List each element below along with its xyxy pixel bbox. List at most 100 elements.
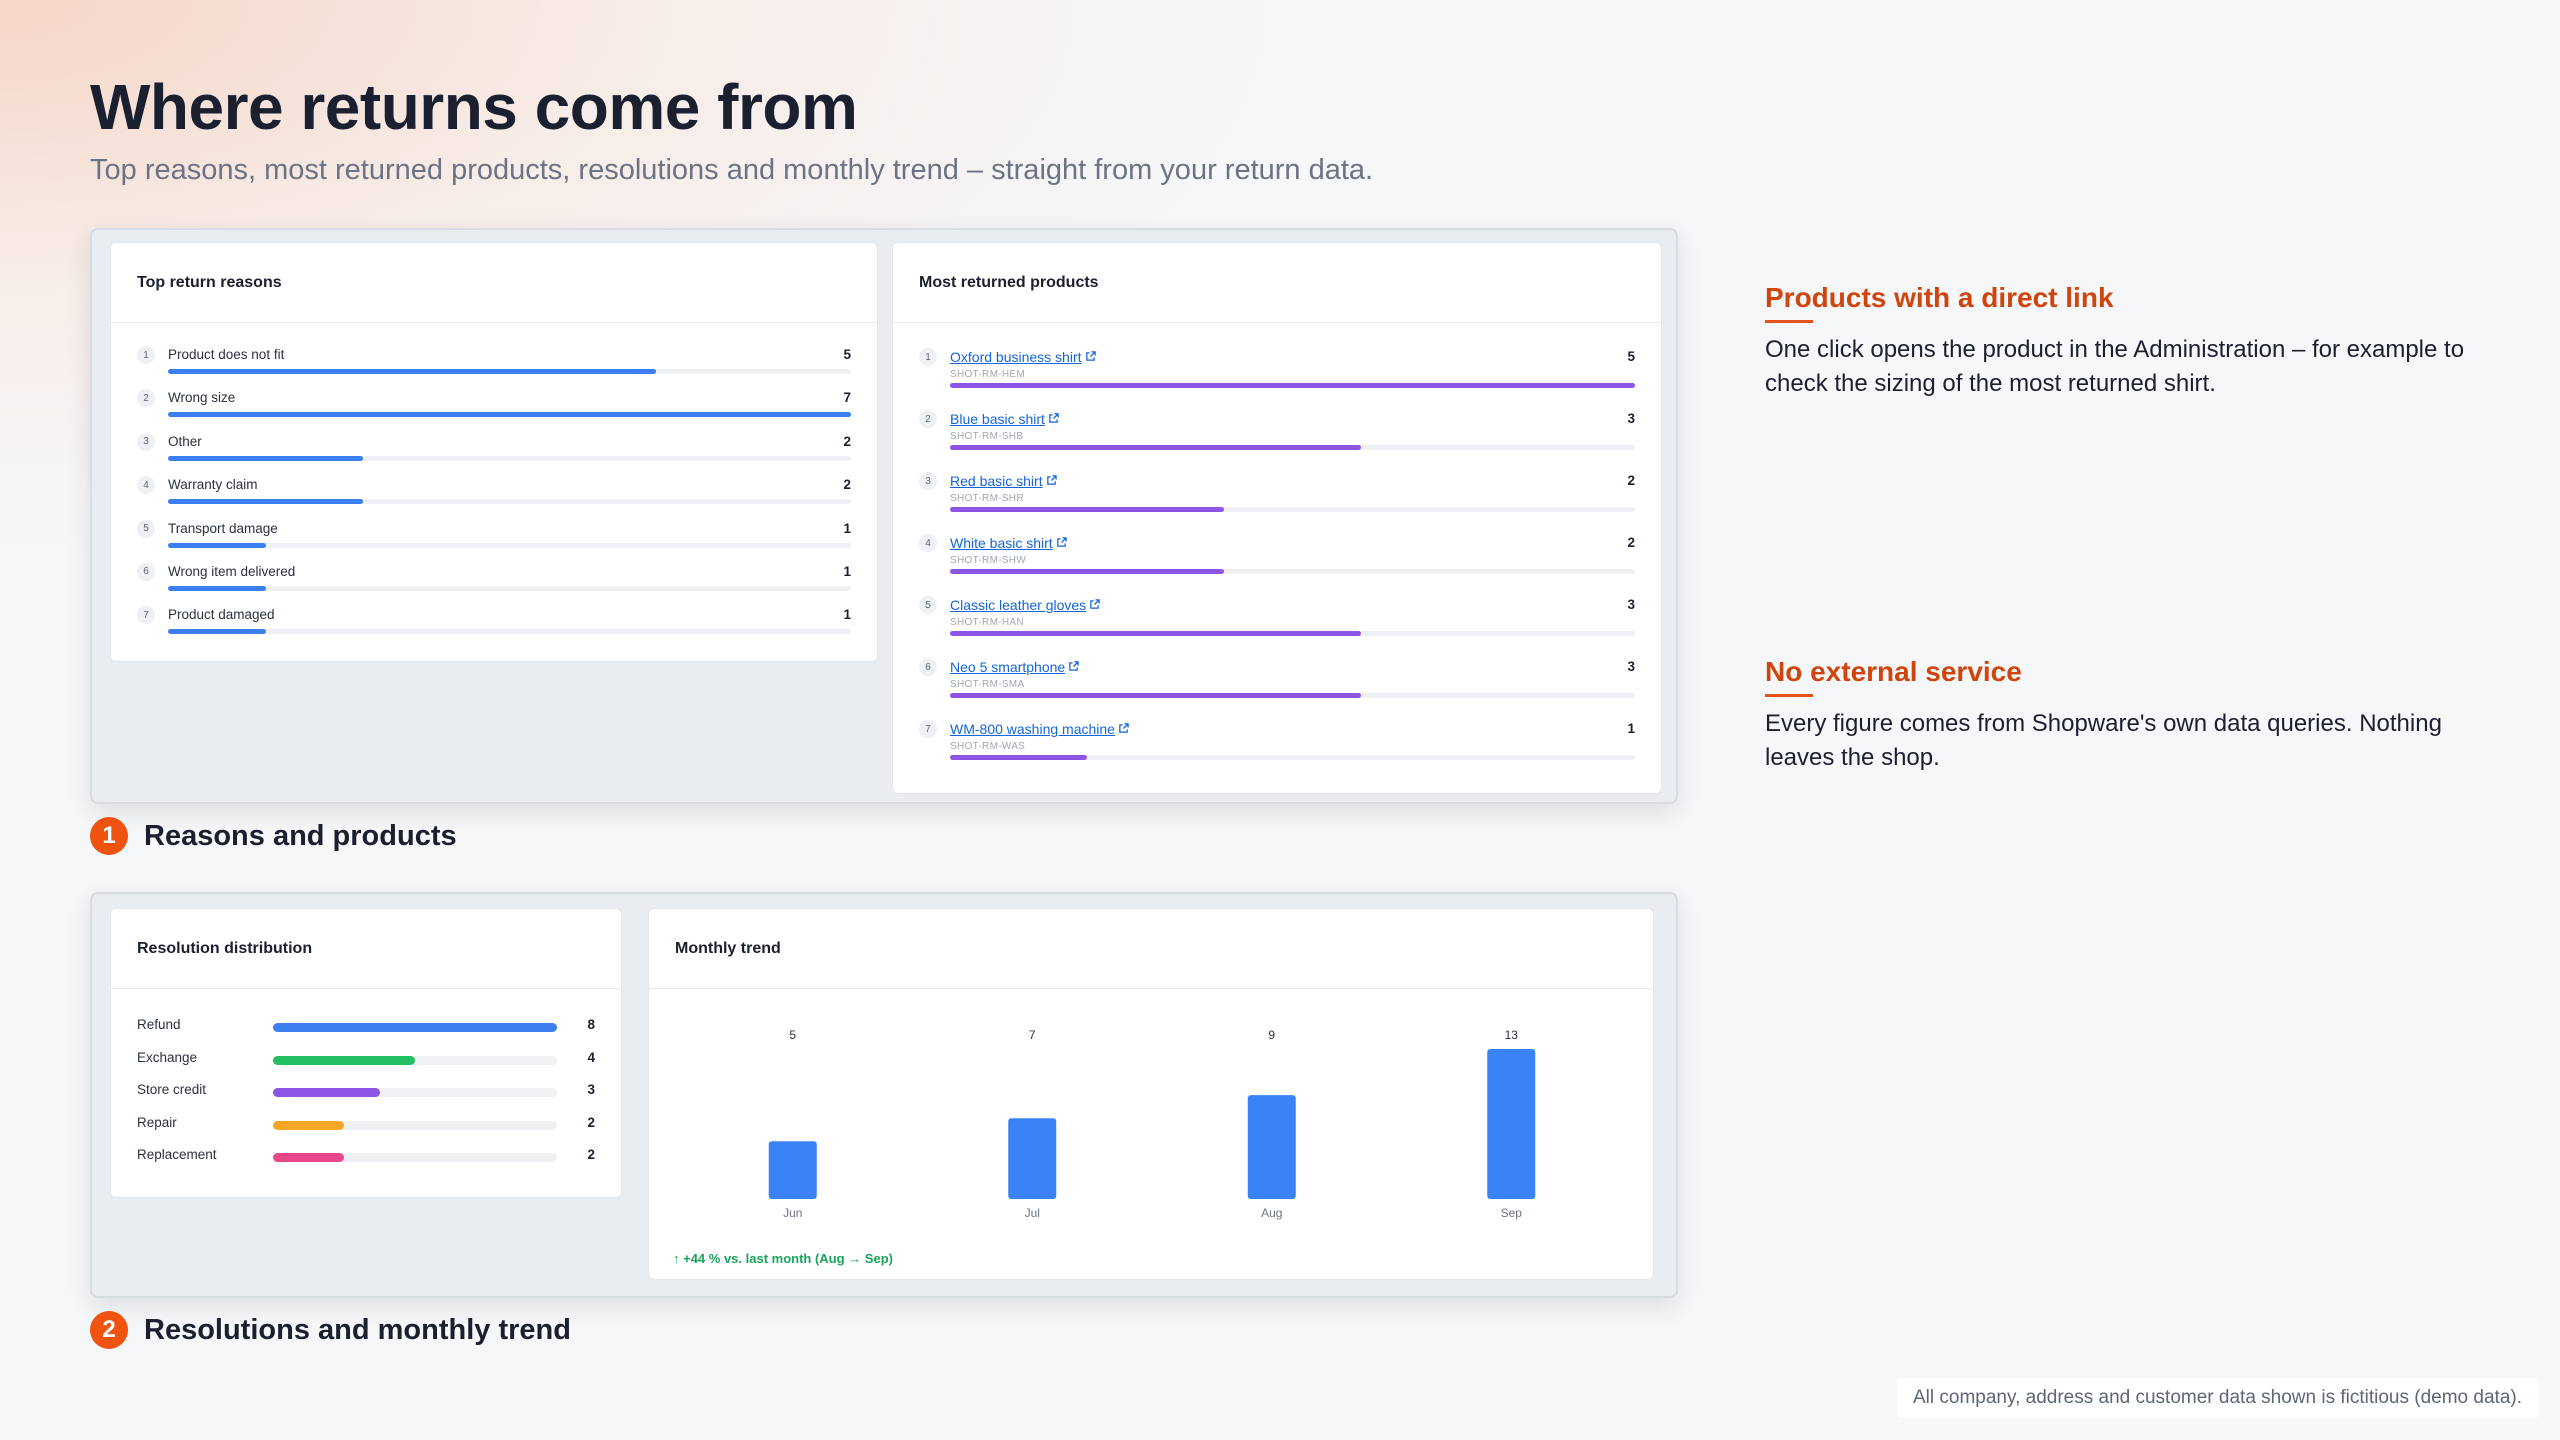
product-link[interactable]: WM-800 washing machine (950, 721, 1129, 737)
bar-track (950, 631, 1635, 636)
resolution-count: 8 (587, 1017, 595, 1032)
bar-fill (168, 369, 656, 374)
step-1: 1 Reasons and products (90, 817, 457, 855)
reason-label: Product does not fit (168, 347, 285, 362)
external-link-icon (1046, 475, 1057, 489)
top-return-reasons-card: Top return reasons 1 Product does not fit… (110, 242, 878, 662)
product-link[interactable]: Neo 5 smartphone (950, 659, 1079, 675)
step-number: 2 (90, 1311, 128, 1349)
external-link-icon (1118, 723, 1129, 737)
trend-month-label: Sep (1501, 1206, 1523, 1220)
product-name: Blue basic shirt (950, 411, 1045, 427)
product-count: 3 (1627, 659, 1635, 674)
bar-track (273, 1153, 557, 1163)
rank-badge: 2 (137, 389, 155, 408)
bar-fill (168, 455, 364, 461)
feature-direct-link: Products with a direct link One click op… (1765, 282, 2505, 401)
reason-label: Other (168, 433, 202, 449)
bar-fill (273, 1023, 557, 1032)
product-link[interactable]: Oxford business shirt (950, 349, 1096, 365)
product-link[interactable]: Classic leather gloves (950, 597, 1100, 613)
rank-badge: 1 (919, 348, 937, 366)
product-count: 2 (1627, 535, 1635, 550)
product-name: Neo 5 smartphone (950, 659, 1066, 675)
step-2: 2 Resolutions and monthly trend (90, 1311, 571, 1349)
product-row: 5 Classic leather gloves SHOT-RM-HAN 3 (919, 596, 1635, 659)
resolution-row: Store credit 3 (137, 1082, 595, 1115)
resolution-count: 2 (587, 1114, 595, 1130)
reason-label: Wrong item delivered (168, 563, 296, 579)
resolution-row: Repair 2 (137, 1115, 595, 1148)
product-link[interactable]: Red basic shirt (950, 473, 1057, 489)
rank-badge: 3 (919, 472, 937, 490)
bar-track (950, 693, 1635, 698)
products-list: 1 Oxford business shirt SHOT-RM-HEM 5 2 Blue … (919, 348, 1635, 783)
bar-fill (168, 412, 851, 418)
card-title: Top return reasons (111, 243, 877, 323)
trend-value-label: 9 (1268, 1028, 1275, 1042)
trend-month-label: Aug (1261, 1206, 1282, 1220)
reason-row: 7 Product damaged 1 (137, 606, 851, 650)
bar-fill (168, 499, 364, 505)
bar-track (273, 1088, 557, 1098)
reason-row: 4 Warranty claim 2 (137, 476, 851, 520)
trend-bar-sep (1487, 1049, 1536, 1199)
rank-badge: 7 (919, 720, 937, 738)
external-link-icon (1048, 413, 1059, 427)
step-label: Reasons and products (144, 819, 457, 852)
external-link-icon (1085, 351, 1096, 365)
bar-track (168, 629, 851, 635)
rank-badge: 5 (137, 519, 155, 538)
bar-track (168, 542, 851, 548)
demo-data-footnote: All company, address and customer data s… (1897, 1378, 2538, 1418)
bar-fill (273, 1088, 380, 1098)
rank-badge: 5 (919, 596, 937, 614)
product-sku: SHOT-RM-WAS (950, 741, 1026, 752)
trend-bar-aug (1247, 1095, 1296, 1199)
card-title: Resolution distribution (111, 909, 621, 989)
trend-value-label: 13 (1505, 1028, 1519, 1042)
trend-bar-jul (1008, 1118, 1057, 1199)
page-subtitle: Top reasons, most returned products, res… (90, 154, 1374, 186)
trend-bar-jun (768, 1141, 817, 1199)
page-title: Where returns come from (90, 71, 858, 143)
resolution-row: Refund 8 (137, 1017, 595, 1050)
feature-text: One click opens the product in the Admin… (1765, 336, 2465, 397)
product-sku: SHOT-RM-SHR (950, 493, 1024, 504)
bar-track (273, 1055, 557, 1065)
bar-fill (273, 1120, 344, 1130)
product-name: Oxford business shirt (950, 349, 1082, 365)
reason-row: 5 Transport damage 1 (137, 519, 851, 564)
reason-count: 7 (843, 390, 851, 406)
trend-value-label: 5 (789, 1028, 796, 1042)
bar-track (273, 1120, 557, 1130)
product-link[interactable]: Blue basic shirt (950, 411, 1059, 427)
product-link[interactable]: White basic shirt (950, 535, 1067, 551)
external-link-icon (1068, 661, 1079, 675)
bar-track (168, 499, 851, 505)
product-count: 1 (1627, 721, 1635, 736)
product-name: Classic leather gloves (950, 597, 1087, 613)
bar-track (950, 445, 1635, 450)
screenshot-resolutions-trend: Resolution distribution Refund 8 Exchange 4… (90, 892, 1678, 1298)
external-link-icon (1089, 599, 1100, 613)
resolution-list: Refund 8 Exchange 4 Store credit 3 Repair 2 Repl… (137, 1017, 595, 1180)
resolution-count: 2 (587, 1147, 595, 1163)
bar-fill (168, 629, 266, 635)
reason-label: Wrong size (168, 390, 236, 406)
bar-fill (168, 585, 266, 591)
product-row: 3 Red basic shirt SHOT-RM-SHR 2 (919, 472, 1635, 535)
product-row: 1 Oxford business shirt SHOT-RM-HEM 5 (919, 348, 1635, 411)
screenshot-reasons-products: Top return reasons 1 Product does not fit… (90, 228, 1678, 804)
rank-badge: 7 (137, 606, 155, 625)
reason-count: 2 (843, 477, 851, 493)
bar-track (168, 455, 851, 461)
bar-track (168, 412, 851, 418)
resolution-label: Repair (137, 1114, 177, 1130)
bar-fill (950, 569, 1224, 574)
feature-no-external-service: No external service Every figure comes f… (1765, 656, 2505, 775)
product-sku: SHOT-RM-SMA (950, 679, 1025, 690)
product-row: 7 WM-800 washing machine SHOT-RM-WAS 1 (919, 720, 1635, 783)
trend-change-note: ↑ +44 % vs. last month (Aug → Sep) (673, 1251, 893, 1266)
reason-label: Product damaged (168, 607, 275, 623)
